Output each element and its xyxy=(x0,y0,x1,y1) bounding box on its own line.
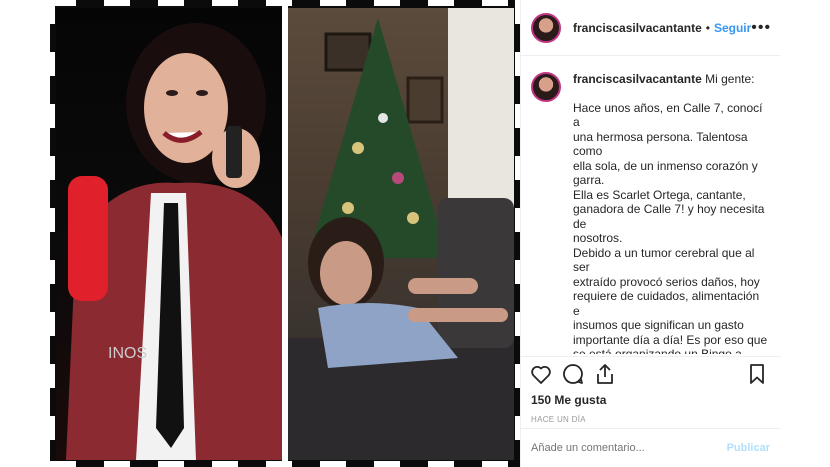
caption-line: ganadora de Calle 7! y hoy necesita de xyxy=(573,202,765,231)
caption-lines: Hace unos años, en Calle 7, conocí a una … xyxy=(573,101,769,355)
more-options-icon[interactable]: ••• xyxy=(751,19,771,37)
caption-line: Debido a un tumor cerebral que al ser xyxy=(573,245,755,275)
post-media[interactable]: INOS xyxy=(50,0,520,467)
post-caption: franciscasilvacantante Mi gente: Hace un… xyxy=(521,56,781,354)
share-icon[interactable] xyxy=(593,362,617,386)
instagram-post: INOS franciscasilvacantante • Seguir •••… xyxy=(50,0,781,467)
action-icons xyxy=(521,357,781,391)
avatar[interactable] xyxy=(531,12,561,43)
caption-username[interactable]: franciscasilvacantante xyxy=(573,72,702,86)
post-header: franciscasilvacantante • Seguir ••• xyxy=(521,0,780,56)
username-link[interactable]: franciscasilvacantante xyxy=(573,21,702,35)
post-sidebar: franciscasilvacantante • Seguir ••• fran… xyxy=(520,0,781,467)
caption-line: Ella es Scarlet Ortega, cantante, xyxy=(573,187,746,202)
likes-count[interactable]: 150 Me gusta xyxy=(521,391,781,409)
like-heart-icon[interactable] xyxy=(529,362,553,386)
caption-line: una hermosa persona. Talentosa como xyxy=(573,129,748,159)
comment-input[interactable] xyxy=(531,442,727,454)
timestamp: HACE UN DÍA xyxy=(531,415,586,424)
frame-perforation-top xyxy=(50,0,520,6)
comment-bar: Publicar xyxy=(520,428,780,467)
publish-button[interactable]: Publicar xyxy=(727,442,770,454)
caption-line: se está organizando un Bingo a xyxy=(573,347,742,354)
caption-body: franciscasilvacantante Mi gente: Hace un… xyxy=(573,72,769,354)
caption-greeting: Mi gente: xyxy=(705,72,755,86)
frame-perforation-bottom xyxy=(50,461,520,467)
watermark-text: INOS xyxy=(108,345,147,362)
caption-avatar[interactable] xyxy=(531,72,561,102)
caption-line: insumos que significan un gasto xyxy=(573,318,744,332)
patient-photo xyxy=(288,8,514,460)
caption-line: garra. xyxy=(573,173,605,187)
caption-line: extraído provocó serios daños, hoy xyxy=(573,274,760,289)
caption-line: ella sola, de un inmenso corazón y xyxy=(573,158,758,173)
caption-line: importante día a día! Es por eso que xyxy=(573,332,768,347)
singer-photo: INOS xyxy=(56,8,282,460)
caption-head: franciscasilvacantante Mi gente: xyxy=(573,72,769,87)
caption-line: requiere de cuidados, alimentación e xyxy=(573,289,760,318)
follow-button[interactable]: Seguir xyxy=(714,21,751,35)
caption-line: nosotros. xyxy=(573,231,623,245)
save-bookmark-icon[interactable] xyxy=(745,362,769,386)
frame-perforation-left xyxy=(50,0,55,467)
separator-dot: • xyxy=(705,20,710,35)
comment-icon[interactable] xyxy=(561,362,585,386)
caption-line: Hace unos años, en Calle 7, conocí a xyxy=(573,100,763,130)
